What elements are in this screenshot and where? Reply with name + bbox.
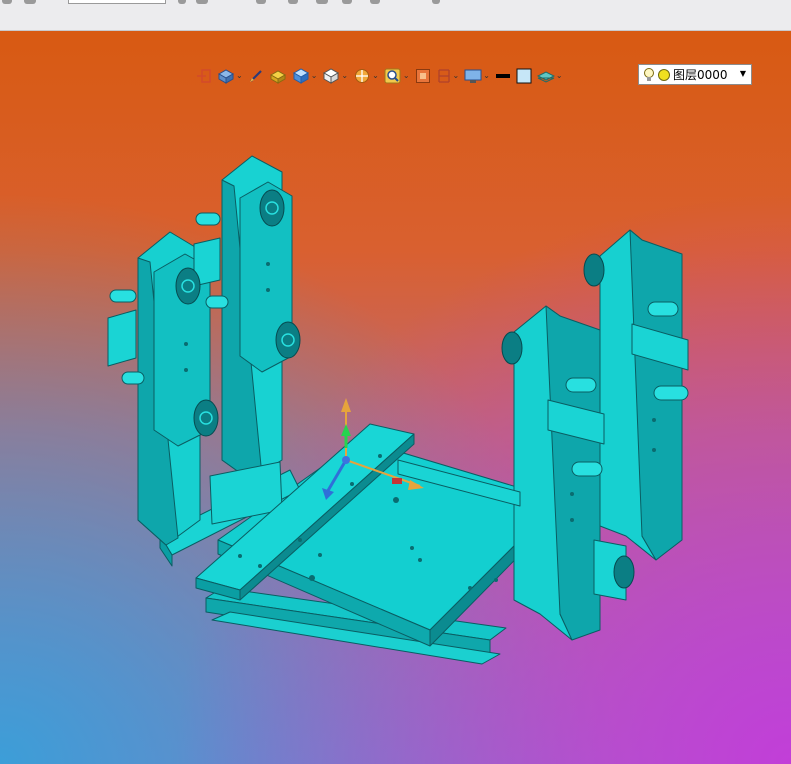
bracket-icon (437, 69, 450, 83)
zoom-icon (384, 68, 401, 84)
left-side-rail (107, 309, 137, 367)
fill-color-button[interactable] (516, 66, 532, 86)
display-settings-dropdown[interactable]: ⌄ (464, 66, 490, 86)
chevron-down-icon: ⌄ (452, 71, 460, 80)
toolbar-icon-cutoff[interactable] (196, 0, 208, 4)
pin (205, 295, 229, 309)
layer-status-icon (658, 68, 670, 81)
pin (109, 289, 137, 303)
wheel (275, 321, 301, 359)
chevron-down-icon: ⌄ (236, 71, 243, 80)
cad-assembly-model[interactable] (0, 31, 791, 764)
layer-select[interactable]: 图层0000 ▼ (638, 64, 752, 85)
pin (647, 301, 679, 317)
toolbar-icon-cutoff[interactable] (342, 0, 352, 4)
dropdown-arrow-icon[interactable]: ▼ (740, 69, 746, 78)
cube-white-icon (323, 68, 340, 84)
toolbar-icon-cutoff[interactable] (24, 0, 36, 4)
toolbar-icon-cutoff[interactable] (178, 0, 186, 4)
chevron-down-icon: ⌄ (555, 71, 563, 80)
display-mode-icon (217, 69, 235, 84)
chevron-down-icon: ⌄ (310, 71, 318, 80)
pin (195, 212, 221, 226)
toolbar-icon-cutoff[interactable] (432, 0, 440, 4)
light-bulb-icon (644, 67, 654, 81)
toolbar-icon-cutoff[interactable] (288, 0, 298, 4)
section-view-dropdown[interactable]: ⌄ (353, 66, 379, 86)
chevron-down-icon: ⌄ (372, 71, 379, 80)
monitor-icon (464, 69, 482, 83)
layer-stack-icon (536, 71, 555, 83)
pin (121, 371, 145, 385)
line-color-button[interactable] (495, 66, 511, 86)
pin (565, 377, 597, 393)
toolbar-icon-cutoff[interactable] (256, 0, 266, 4)
line-color-icon (495, 74, 510, 78)
view-orientation-dropdown[interactable]: ⌄ (322, 66, 348, 86)
wheel (193, 399, 219, 437)
wheel (259, 189, 285, 227)
toolbar-icon-cutoff[interactable] (316, 0, 328, 4)
chevron-down-icon: ⌄ (402, 71, 410, 80)
exit-sketch-icon (197, 69, 211, 83)
layer-select-value: 图层0000 (673, 68, 728, 82)
pin (571, 461, 603, 477)
layer-manager-dropdown[interactable]: ⌄ (536, 66, 563, 86)
chevron-down-icon: ⌄ (483, 71, 490, 80)
pen-icon (249, 70, 262, 82)
shaded-view-dropdown[interactable]: ⌄ (292, 66, 318, 86)
frame-icon (415, 69, 430, 83)
shade-icon (269, 70, 286, 84)
exit-sketch-button[interactable] (196, 66, 212, 86)
view-toolbar: ⌄ ⌄ ⌄ ⌄ ⌄ ⌄ ⌄ ⌄ (196, 65, 568, 87)
zoom-dropdown[interactable]: ⌄ (384, 66, 410, 86)
chevron-down-icon: ⌄ (341, 71, 349, 80)
pin (653, 385, 689, 401)
wheel (501, 331, 523, 365)
wheel (613, 555, 635, 589)
toolbar-icon-cutoff[interactable] (2, 0, 12, 4)
3d-viewport[interactable]: ⌄ ⌄ ⌄ ⌄ ⌄ ⌄ ⌄ ⌄ 图层0000 ▼ (0, 31, 791, 764)
wheel (583, 253, 605, 287)
wheel (175, 267, 201, 305)
cube-blue-icon (292, 68, 309, 84)
section-icon (355, 69, 370, 83)
main-toolbar-strip (0, 0, 791, 31)
display-mode-dropdown[interactable]: ⌄ (217, 66, 243, 86)
pen-tool-button[interactable] (248, 66, 264, 86)
toolbar-input-cutoff[interactable] (68, 0, 166, 4)
bracket-dropdown[interactable]: ⌄ (436, 66, 460, 86)
shade-button[interactable] (269, 66, 287, 86)
frame-button[interactable] (415, 66, 431, 86)
fill-color-icon (516, 68, 532, 84)
toolbar-icon-cutoff[interactable] (370, 0, 380, 4)
